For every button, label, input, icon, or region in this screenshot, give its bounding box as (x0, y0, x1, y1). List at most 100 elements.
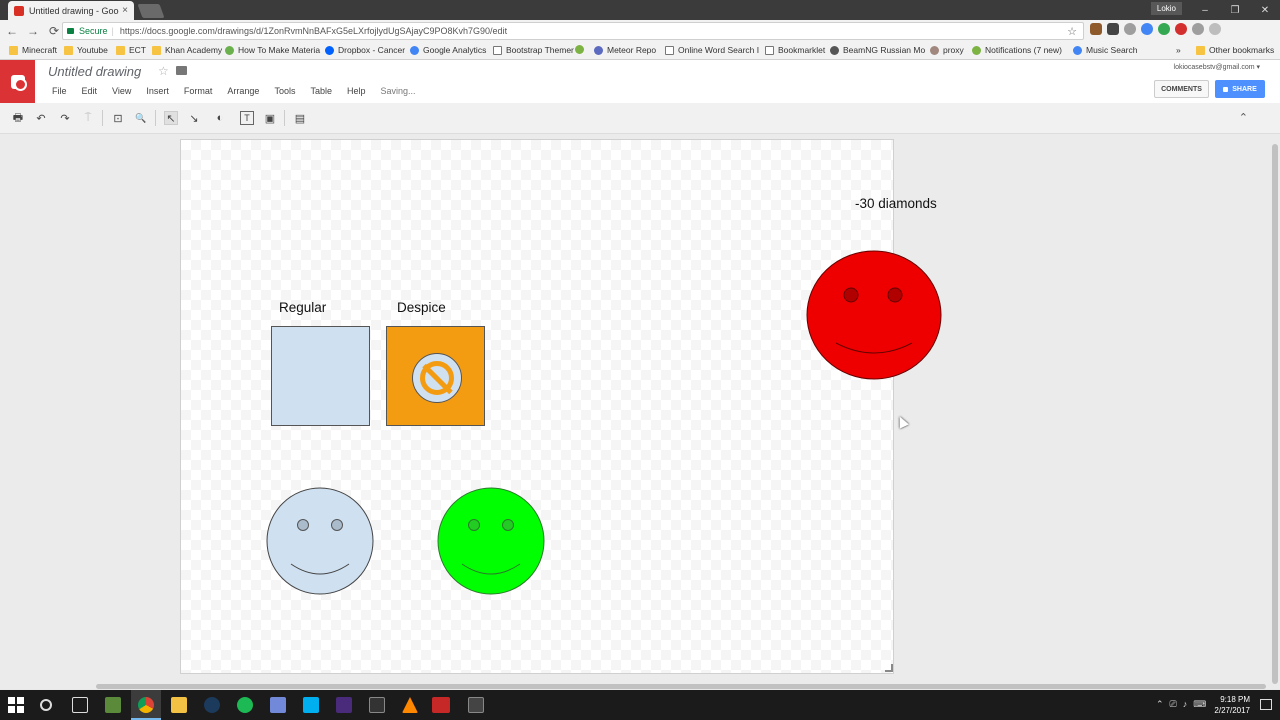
address-bar[interactable]: Secure | https://docs.google.com/drawing… (62, 22, 1084, 40)
bookmark-item[interactable]: proxy (930, 45, 964, 55)
windows-start-icon[interactable] (8, 697, 24, 713)
skype-icon[interactable] (303, 697, 319, 713)
search-icon[interactable] (40, 699, 52, 711)
image-icon[interactable]: ▣ (263, 111, 277, 125)
diamonds-label[interactable]: -30 diamonds (855, 196, 937, 211)
no-symbol-icon[interactable] (412, 353, 462, 403)
bookmark-item[interactable]: Youtube (64, 45, 108, 55)
forward-icon[interactable]: → (24, 24, 42, 38)
bookmark-item[interactable]: How To Make Materia (225, 45, 320, 55)
bookmark-item[interactable]: Minecraft (9, 45, 57, 55)
notifications-icon[interactable] (1260, 699, 1272, 710)
bookmarks-overflow-icon[interactable]: » (1176, 45, 1181, 55)
bookmark-item[interactable] (575, 45, 588, 54)
bookmark-item[interactable]: Meteor Repo (594, 45, 656, 55)
tab-close-icon[interactable]: × (122, 5, 128, 16)
chrome-icon[interactable] (138, 697, 154, 713)
menu-format[interactable]: Format (184, 86, 213, 96)
bookmark-item[interactable]: Bookmarklet (765, 45, 825, 55)
intellij-icon[interactable] (336, 697, 352, 713)
steam-icon[interactable] (204, 697, 220, 713)
extension-icon[interactable] (1175, 23, 1187, 35)
undo-icon[interactable]: ↶ (34, 111, 48, 125)
bookmark-item[interactable]: Google Analytics (410, 45, 486, 55)
browser-tab[interactable]: Untitled drawing - Goog × (8, 1, 134, 20)
collapse-toolbar-icon[interactable]: ⌃ (1239, 111, 1248, 124)
menu-file[interactable]: File (52, 86, 67, 96)
bookmark-item[interactable]: Online Word Search I (665, 45, 759, 55)
red-smiley-shape[interactable] (804, 249, 944, 381)
vlc-icon[interactable] (402, 697, 418, 713)
menu-edit[interactable]: Edit (82, 86, 98, 96)
reload-icon[interactable]: ⟳ (45, 24, 63, 38)
bookmark-star-icon[interactable]: ☆ (1067, 25, 1077, 38)
tray-chevron-icon[interactable]: ⌃ (1156, 699, 1164, 710)
bookmark-item[interactable]: ECT (116, 45, 146, 55)
zoom-icon[interactable]: 🔍 (134, 111, 148, 125)
zoom-fit-icon[interactable]: ⊡ (111, 111, 125, 125)
restore-icon[interactable]: ❐ (1220, 0, 1250, 20)
document-title[interactable]: Untitled drawing (48, 64, 141, 79)
folder-icon[interactable] (176, 66, 187, 75)
bookmark-item[interactable]: BeamNG Russian Mo (830, 45, 925, 55)
star-icon[interactable]: ☆ (158, 64, 169, 78)
regular-label[interactable]: Regular (279, 300, 326, 315)
share-button[interactable]: SHARE (1215, 80, 1265, 98)
bookmark-item[interactable]: Notifications (7 new) (972, 45, 1062, 55)
bookmark-item[interactable]: Dropbox - Cancer (325, 45, 405, 55)
bookmark-item[interactable]: Bootstrap Themer (493, 45, 574, 55)
menu-tools[interactable]: Tools (274, 86, 295, 96)
terminal-icon[interactable] (369, 697, 385, 713)
recorder-icon[interactable] (432, 697, 450, 713)
comments-button[interactable]: COMMENTS (1154, 80, 1209, 98)
menu-view[interactable]: View (112, 86, 131, 96)
horizontal-scrollbar[interactable] (96, 684, 1266, 689)
select-icon[interactable]: ↖ (164, 111, 178, 125)
back-icon[interactable]: ← (3, 24, 21, 38)
despice-square-shape[interactable] (386, 326, 485, 426)
canvas-resize-handle[interactable] (885, 664, 893, 672)
bookmark-item[interactable]: Music Search (1073, 45, 1138, 55)
regular-square-shape[interactable] (271, 326, 370, 426)
keyboard-icon[interactable]: ⌨ (1193, 699, 1206, 710)
profile-badge[interactable]: Lokio (1150, 2, 1182, 15)
spotify-icon[interactable] (237, 697, 253, 713)
menu-help[interactable]: Help (347, 86, 366, 96)
file-explorer-icon[interactable] (171, 697, 187, 713)
drawings-logo-icon[interactable] (0, 60, 35, 103)
redo-icon[interactable]: ↷ (58, 111, 72, 125)
extension-icon[interactable] (1192, 23, 1204, 35)
textbox-icon[interactable]: T (240, 111, 254, 125)
extension-icon[interactable] (1090, 23, 1102, 35)
comment-icon[interactable]: ▤ (293, 111, 307, 125)
shape-icon[interactable]: ◐ (213, 111, 227, 125)
account-email[interactable]: lokiocasebstv@gmail.com ▾ (1174, 63, 1260, 71)
extension-icon[interactable] (1107, 23, 1119, 35)
minimize-icon[interactable]: – (1190, 0, 1220, 20)
menu-insert[interactable]: Insert (146, 86, 169, 96)
extension-icon[interactable] (1209, 23, 1221, 35)
paint-format-icon[interactable]: ⍑ (81, 111, 95, 125)
task-view-icon[interactable] (72, 697, 88, 713)
menu-table[interactable]: Table (310, 86, 332, 96)
menu-arrange[interactable]: Arrange (227, 86, 259, 96)
extension-icon[interactable] (1158, 23, 1170, 35)
blue-smiley-shape[interactable] (265, 486, 375, 596)
print-icon[interactable]: 🖶 (11, 111, 25, 125)
other-bookmarks[interactable]: Other bookmarks (1196, 45, 1274, 55)
despice-label[interactable]: Despice (397, 300, 446, 315)
minecraft-icon[interactable] (105, 697, 121, 713)
vertical-scrollbar[interactable] (1272, 144, 1278, 684)
extension-icon[interactable] (1141, 23, 1153, 35)
green-smiley-shape[interactable] (436, 486, 546, 596)
discord-icon[interactable] (270, 697, 286, 713)
url-text[interactable]: https://docs.google.com/drawings/d/1ZonR… (120, 26, 507, 36)
clock[interactable]: 9:18 PM 2/27/2017 (1214, 694, 1250, 716)
extension-icon[interactable] (1124, 23, 1136, 35)
bookmark-item[interactable]: Khan Academy (152, 45, 222, 55)
app-icon[interactable] (468, 697, 484, 713)
volume-icon[interactable]: ♪ (1183, 699, 1188, 710)
close-window-icon[interactable]: ✕ (1250, 0, 1280, 20)
line-icon[interactable]: ↘ (187, 111, 201, 125)
network-icon[interactable]: ⎚ (1170, 699, 1177, 710)
